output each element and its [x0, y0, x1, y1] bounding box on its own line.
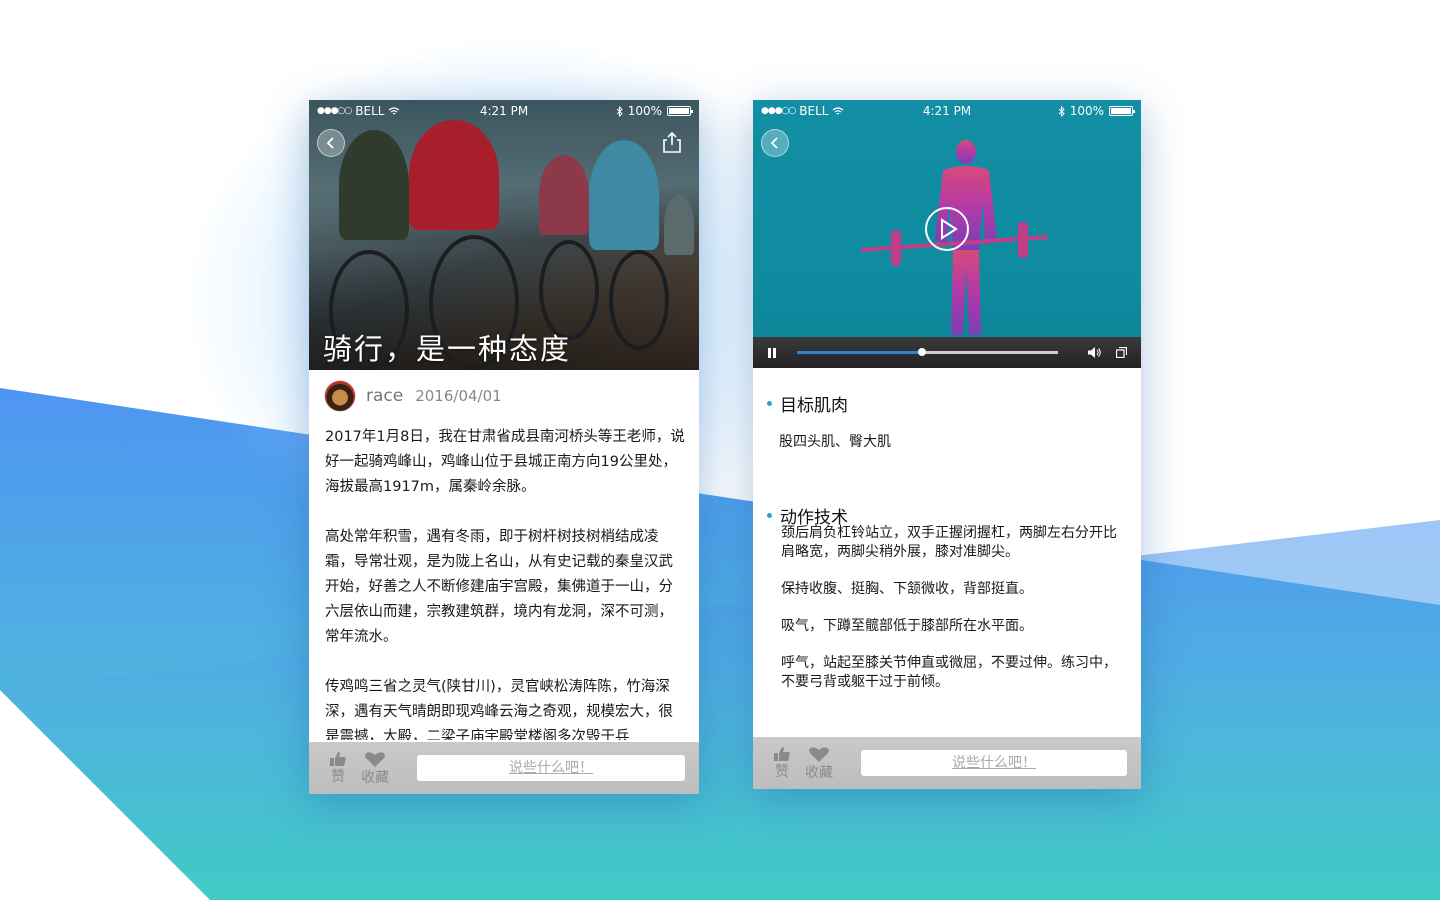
- carrier-label: BELL: [799, 104, 829, 118]
- favorite-button[interactable]: 收藏: [805, 746, 833, 781]
- favorite-button[interactable]: 收藏: [361, 751, 389, 786]
- article-paragraph: 高处常年积雪，遇有冬雨，即于树杆树技树梢结成凌霜，导常壮观，是为陇上名山，从有史…: [325, 529, 673, 645]
- favorite-label: 收藏: [361, 769, 389, 786]
- favorite-label: 收藏: [805, 764, 833, 781]
- avatar[interactable]: [324, 380, 356, 412]
- video-progress-bar[interactable]: [797, 348, 1058, 356]
- thumbs-up-icon: [330, 752, 346, 766]
- cyclist-figure: [339, 130, 409, 240]
- bike-wheel: [539, 240, 599, 340]
- like-button[interactable]: 赞: [773, 746, 791, 780]
- article-screen: 骑行，是一种态度 ●●●○○ BELL 4:21 PM 100% race 20…: [309, 100, 699, 794]
- target-muscle-section: 目标肌肉: [767, 391, 848, 416]
- technique-step: 颈后肩负杠铃站立，双手正握闭握杠，两脚左右分开比肩略宽，两脚尖稍外展，膝对准脚尖…: [781, 525, 1117, 560]
- hero-image: 骑行，是一种态度: [309, 100, 699, 370]
- bottom-action-bar: 赞 收藏: [753, 737, 1141, 789]
- article-paragraph: 2017年1月8日，我在甘肃省成县南河桥头等王老师，说好一起骑鸡峰山，鸡峰山位于…: [325, 429, 685, 495]
- bluetooth-icon: [616, 105, 623, 117]
- cyclist-figure: [664, 195, 694, 255]
- battery-icon: [1109, 106, 1135, 116]
- like-button[interactable]: 赞: [329, 751, 347, 785]
- clock: 4:21 PM: [479, 104, 529, 118]
- back-button[interactable]: [317, 129, 345, 157]
- progress-knob[interactable]: [918, 348, 927, 356]
- clock: 4:21 PM: [922, 104, 972, 118]
- author-row: race 2016/04/01: [324, 380, 502, 412]
- article-body: 2017年1月8日，我在甘肃省成县南河桥头等王老师，说好一起骑鸡峰山，鸡峰山位于…: [325, 425, 687, 740]
- chevron-left-icon: [770, 137, 778, 149]
- battery-icon: [667, 106, 694, 116]
- share-icon[interactable]: [661, 130, 683, 154]
- heart-icon: [809, 746, 829, 762]
- back-button[interactable]: [761, 129, 789, 157]
- pause-icon[interactable]: [767, 347, 777, 358]
- comment-input[interactable]: [417, 755, 685, 781]
- bluetooth-icon: [1058, 105, 1065, 117]
- technique-step: 保持收腹、挺胸、下颔微收，背部挺直。: [781, 581, 1033, 597]
- cyclist-figure: [409, 120, 499, 230]
- like-label: 赞: [331, 769, 345, 785]
- like-label: 赞: [775, 764, 789, 780]
- progress-fill: [797, 351, 923, 354]
- cyclist-figure: [539, 155, 589, 235]
- wifi-icon: [833, 106, 844, 114]
- battery-level-fill: [669, 108, 690, 114]
- status-bar: ●●●○○ BELL 4:21 PM 100%: [309, 100, 699, 122]
- bullet-dot: [767, 513, 772, 518]
- technique-steps: 颈后肩负杠铃站立，双手正握闭握杠，两脚左右分开比肩略宽，两脚尖稍外展，膝对准脚尖…: [781, 524, 1127, 710]
- author-name[interactable]: race: [366, 386, 403, 406]
- thumbs-up-icon: [774, 747, 790, 761]
- target-muscle-text: 股四头肌、臀大肌: [779, 434, 891, 450]
- cyclist-figure: [589, 140, 659, 250]
- bullet-dot: [767, 401, 772, 406]
- bottom-action-bar: 赞 收藏: [309, 742, 699, 794]
- carrier-label: BELL: [355, 104, 385, 118]
- technique-step: 吸气，下蹲至髋部低于膝部所在水平面。: [781, 618, 1033, 634]
- comment-input[interactable]: [861, 750, 1127, 776]
- signal-icon: ●●●○○: [761, 106, 796, 116]
- battery-percent: 100%: [627, 104, 663, 118]
- signal-icon: ●●●○○: [317, 106, 352, 116]
- battery-percent: 100%: [1069, 104, 1104, 118]
- exercise-screen: ●●●○○ BELL 4:21 PM 100% 目标肌肉 股四头肌、臀大肌 动作…: [753, 100, 1141, 789]
- play-icon[interactable]: [924, 206, 970, 252]
- heart-icon: [365, 751, 385, 767]
- article-title: 骑行，是一种态度: [323, 332, 572, 366]
- article-paragraph: 传鸡鸣三省之灵气(陕甘川)，灵官峡松涛阵陈，竹海深深，遇有天气晴朗即现鸡峰云海之…: [325, 679, 673, 740]
- battery-level-fill: [1111, 108, 1131, 114]
- volume-icon[interactable]: [1088, 347, 1102, 358]
- video-player[interactable]: [753, 100, 1141, 368]
- post-date: 2016/04/01: [415, 387, 502, 405]
- section-heading: 目标肌肉: [780, 396, 848, 416]
- chevron-left-icon: [326, 137, 334, 149]
- video-controls: [753, 337, 1141, 368]
- technique-step: 呼气，站起至膝关节伸直或微屈，不要过伸。练习中，不要弓背或躯干过于前倾。: [781, 655, 1117, 690]
- wifi-icon: [389, 106, 400, 114]
- fullscreen-icon[interactable]: [1116, 347, 1127, 358]
- bike-wheel: [609, 250, 669, 350]
- status-bar: ●●●○○ BELL 4:21 PM 100%: [753, 100, 1141, 122]
